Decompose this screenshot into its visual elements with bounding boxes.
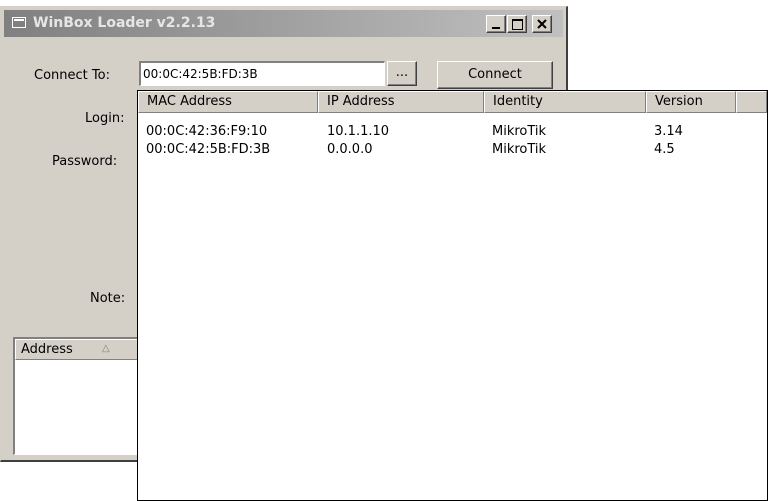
password-label: Password: bbox=[52, 154, 118, 169]
address-column-label: Address bbox=[21, 342, 73, 357]
neighbor-identity: MikroTik bbox=[492, 142, 547, 157]
column-header-mac-address[interactable]: MAC Address bbox=[138, 91, 318, 113]
close-icon bbox=[537, 19, 547, 29]
neighbor-version: 3.14 bbox=[654, 124, 683, 139]
close-button[interactable] bbox=[532, 15, 552, 33]
address-list[interactable]: Address △ bbox=[13, 337, 147, 455]
column-header-version[interactable]: Version bbox=[646, 91, 736, 113]
connect-to-input[interactable] bbox=[141, 63, 384, 85]
note-label: Note: bbox=[90, 291, 126, 306]
neighbors-list-header: MAC Address IP Address Identity Version bbox=[138, 91, 767, 113]
neighbors-dropdown-list[interactable]: MAC Address IP Address Identity Version … bbox=[137, 90, 768, 501]
neighbor-ip: 0.0.0.0 bbox=[327, 142, 373, 157]
neighbor-ip: 10.1.1.10 bbox=[327, 124, 390, 139]
neighbor-version: 4.5 bbox=[654, 142, 675, 157]
maximize-button[interactable] bbox=[507, 15, 527, 33]
neighbor-row[interactable]: 00:0C:42:5B:FD:3B 0.0.0.0 MikroTik 4.5 bbox=[138, 142, 767, 159]
window-title: WinBox Loader v2.2.13 bbox=[33, 15, 216, 31]
neighbor-row[interactable]: 00:0C:42:36:F9:10 10.1.1.10 MikroTik 3.1… bbox=[138, 124, 767, 141]
column-header-identity[interactable]: Identity bbox=[484, 91, 646, 113]
connect-button[interactable]: Connect bbox=[437, 61, 553, 89]
column-header-ip-address[interactable]: IP Address bbox=[318, 91, 484, 113]
address-column-header[interactable]: Address △ bbox=[15, 339, 146, 360]
minimize-button[interactable] bbox=[486, 15, 506, 33]
connect-to-label: Connect To: bbox=[34, 68, 110, 83]
title-bar[interactable]: WinBox Loader v2.2.13 bbox=[4, 10, 563, 37]
neighbor-identity: MikroTik bbox=[492, 124, 547, 139]
app-window-icon bbox=[12, 17, 26, 28]
neighbor-mac: 00:0C:42:5B:FD:3B bbox=[146, 142, 271, 157]
column-header-filler bbox=[736, 91, 767, 113]
neighbor-mac: 00:0C:42:36:F9:10 bbox=[146, 124, 268, 139]
connect-to-field[interactable] bbox=[139, 61, 385, 86]
login-label: Login: bbox=[85, 111, 125, 126]
browse-button[interactable]: ... bbox=[387, 61, 417, 86]
sort-ascending-icon: △ bbox=[102, 343, 110, 354]
